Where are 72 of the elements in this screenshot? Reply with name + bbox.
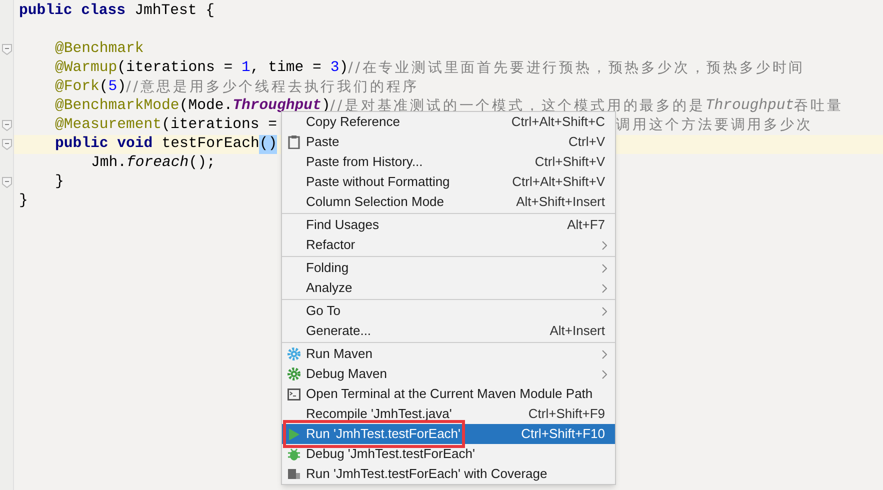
clipboard-icon bbox=[288, 135, 300, 149]
chevron-right-icon bbox=[602, 284, 607, 292]
code-text: Jmh. bbox=[91, 154, 127, 173]
menu-item[interactable]: Go To bbox=[282, 301, 615, 321]
code-comment: //意思是用多少个线程去执行我们的程序 bbox=[126, 78, 420, 97]
code-comment: 调用这个方法要调用多少次 bbox=[616, 116, 813, 135]
shortcut-text: Ctrl+Alt+Shift+C bbox=[511, 113, 605, 132]
code-text: 5 bbox=[108, 78, 118, 97]
code-text: (); bbox=[188, 154, 216, 173]
menu-item[interactable]: Folding bbox=[282, 258, 615, 278]
shortcut-text: Alt+F7 bbox=[567, 216, 605, 234]
code-comment: Throughput bbox=[705, 97, 794, 116]
play-icon bbox=[288, 428, 300, 440]
menu-item[interactable]: Paste Ctrl+V bbox=[282, 132, 615, 152]
code-text: 3 bbox=[330, 59, 340, 78]
chevron-right-icon bbox=[602, 240, 607, 250]
chevron-right-icon bbox=[602, 306, 607, 316]
menu-item[interactable]: Run Maven bbox=[282, 344, 615, 364]
chevron-right-icon bbox=[602, 370, 607, 378]
menu-item[interactable]: Analyze bbox=[282, 278, 615, 298]
fold-icon[interactable] bbox=[2, 120, 12, 131]
menu-item[interactable]: Debug Maven bbox=[282, 364, 615, 384]
shortcut-text: Ctrl+Alt+Shift+V bbox=[512, 173, 605, 192]
code-text: @Benchmark bbox=[55, 40, 144, 59]
code-text: ( bbox=[99, 78, 108, 97]
code-text: @BenchmarkMode bbox=[55, 97, 180, 116]
code-comment: 吞吐量 bbox=[794, 97, 844, 116]
code-text: ) bbox=[117, 78, 126, 97]
chevron-right-icon bbox=[602, 350, 607, 358]
code-text: (iterations = bbox=[162, 116, 277, 135]
fold-icon[interactable] bbox=[2, 139, 12, 150]
gear-icon bbox=[287, 347, 301, 361]
code-text: testForEach bbox=[162, 135, 260, 154]
code-text: JmhTest { bbox=[134, 2, 214, 21]
shortcut-text: Alt+Shift+Insert bbox=[516, 193, 605, 212]
code-text: } bbox=[19, 192, 28, 211]
shortcut-text: Ctrl+Shift+F10 bbox=[521, 425, 605, 444]
menu-item[interactable]: Paste without Formatting Ctrl+Alt+Shift+V bbox=[282, 172, 615, 192]
terminal-icon bbox=[287, 388, 301, 400]
menu-item[interactable]: Generate... Alt+Insert bbox=[282, 321, 615, 341]
shortcut-text: Ctrl+V bbox=[568, 133, 605, 152]
menu-item[interactable]: Run 'JmhTest.testForEach' with Coverage bbox=[282, 464, 615, 484]
code-text: public class bbox=[19, 2, 126, 21]
shortcut-text: Ctrl+Shift+F9 bbox=[528, 405, 605, 424]
code-text: @Measurement bbox=[55, 116, 162, 135]
menu-item[interactable]: Paste from History... Ctrl+Shift+V bbox=[282, 152, 615, 172]
code-comment: //在专业测试里面首先要进行预热，预热多少次，预热多少时间 bbox=[348, 59, 806, 78]
menu-item[interactable]: Debug 'JmhTest.testForEach' bbox=[282, 444, 615, 464]
code-text: public void bbox=[55, 135, 153, 154]
menu-item[interactable]: Find Usages Alt+F7 bbox=[282, 215, 615, 235]
menu-item[interactable]: Recompile 'JmhTest.java' Ctrl+Shift+F9 bbox=[282, 404, 615, 424]
menu-item[interactable]: Refactor bbox=[282, 235, 615, 255]
code-text: } bbox=[55, 173, 64, 192]
fold-icon[interactable] bbox=[2, 177, 12, 188]
code-text: 1 bbox=[242, 59, 250, 78]
code-text: @Fork bbox=[55, 78, 100, 97]
code-text: , time = bbox=[250, 59, 322, 78]
chevron-right-icon bbox=[602, 264, 607, 272]
code-text: (iterations = bbox=[117, 59, 234, 78]
code-text: foreach bbox=[126, 154, 189, 173]
gear-icon bbox=[287, 367, 301, 381]
shortcut-text: Alt+Insert bbox=[550, 322, 605, 340]
menu-item[interactable]: Column Selection Mode Alt+Shift+Insert bbox=[282, 192, 615, 212]
code-text: @Warmup bbox=[55, 59, 118, 78]
fold-icon[interactable] bbox=[2, 44, 12, 55]
coverage-icon bbox=[288, 469, 300, 479]
bug-icon bbox=[287, 448, 301, 460]
code-text: (Mode. bbox=[179, 97, 233, 116]
shortcut-text: Ctrl+Shift+V bbox=[534, 153, 605, 172]
menu-item[interactable]: Open Terminal at the Current Maven Module Path bbox=[282, 384, 615, 404]
code-text: ) bbox=[339, 59, 348, 78]
code-text: () bbox=[259, 135, 278, 154]
